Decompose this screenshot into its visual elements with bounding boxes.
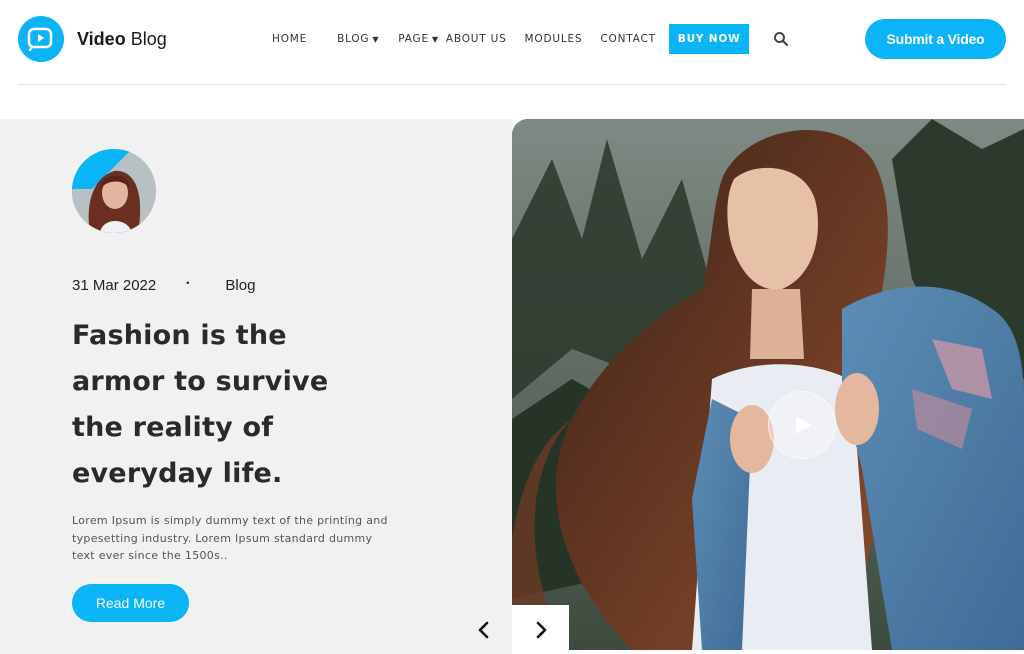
- slider-prev-button[interactable]: [455, 605, 512, 654]
- video-play-logo-icon: [18, 16, 64, 62]
- play-video-button[interactable]: [768, 391, 836, 459]
- buy-now-button[interactable]: BUY NOW: [668, 24, 750, 54]
- site-name: Video Blog: [77, 28, 167, 49]
- read-more-button[interactable]: Read More: [72, 584, 189, 622]
- post-excerpt: Lorem Ipsum is simply dummy text of the …: [72, 514, 388, 562]
- post-intro-panel: 31 Mar 2022 • Blog Fashion is the armor …: [0, 119, 512, 654]
- search-icon[interactable]: [773, 31, 789, 47]
- nav-item-page[interactable]: PAGE ▼: [398, 33, 439, 45]
- caret-down-icon: ▼: [372, 34, 380, 44]
- author-avatar[interactable]: [72, 149, 156, 233]
- nav-item-modules[interactable]: MODULES: [525, 33, 583, 45]
- chevron-right-icon: [536, 621, 546, 638]
- nav-item-blog[interactable]: BLOG ▼: [337, 33, 379, 45]
- nav-item-about-us[interactable]: ABOUT US: [446, 33, 507, 45]
- header-divider: [18, 84, 1006, 85]
- post-meta: 31 Mar 2022 • Blog: [72, 277, 255, 294]
- post-date: 31 Mar 2022: [72, 277, 157, 294]
- main-nav: HOME BLOG ▼ PAGE ▼ ABOUT US MODULES CONTAC…: [272, 24, 750, 54]
- hero-video-thumbnail[interactable]: [512, 119, 1024, 650]
- nav-item-home[interactable]: HOME: [272, 33, 307, 45]
- meta-separator: •: [186, 277, 190, 288]
- play-icon: [796, 416, 811, 434]
- site-logo[interactable]: Video Blog: [18, 16, 167, 62]
- submit-video-button[interactable]: Submit a Video: [865, 19, 1006, 59]
- site-header: Video Blog HOME BLOG ▼ PAGE ▼ ABOUT US MOD…: [0, 0, 1024, 84]
- caret-down-icon: ▼: [431, 34, 439, 44]
- nav-item-contact[interactable]: CONTACT: [600, 33, 655, 45]
- chevron-left-icon: [478, 621, 488, 638]
- slider-next-button[interactable]: [512, 605, 569, 654]
- post-category[interactable]: Blog: [225, 277, 255, 294]
- post-title: Fashion is the armor to survive the real…: [72, 320, 329, 489]
